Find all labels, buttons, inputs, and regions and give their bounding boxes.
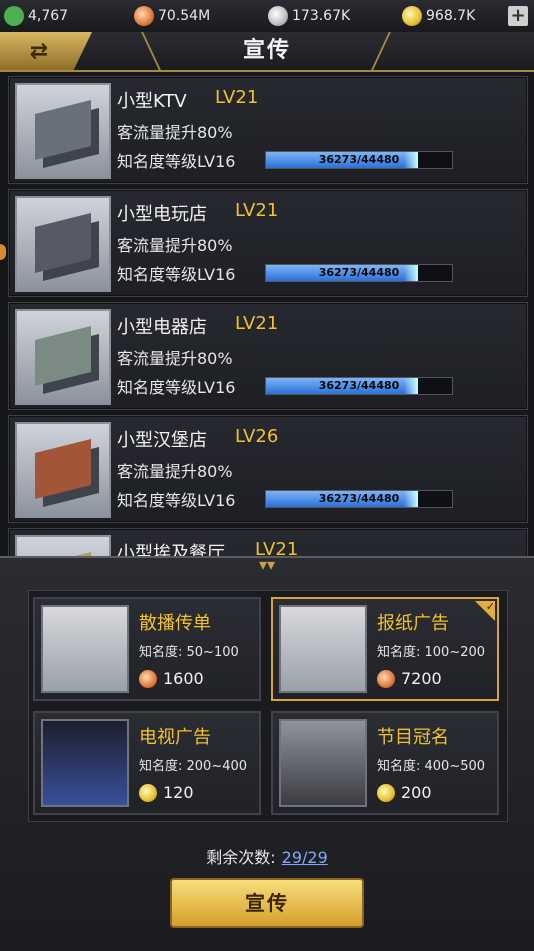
shop-thumbnail xyxy=(15,83,111,179)
microphone-icon xyxy=(279,719,367,807)
copper-coin-icon xyxy=(139,669,157,688)
shop-card-ktv[interactable]: 小型KTV LV21 客流量提升80% 知名度等级LV16 36273/4448… xyxy=(8,76,528,184)
shop-card-electronics[interactable]: 小型电器店 LV21 客流量提升80% 知名度等级LV16 36273/4448… xyxy=(8,302,528,410)
promotion-panel: ▾▾ 散播传单 知名度: 50~100 1600 报纸广告 知名度: 100~2… xyxy=(0,556,534,951)
shop-fame-level: 知名度等级LV16 xyxy=(117,152,236,171)
shop-fame-level: 知名度等级LV16 xyxy=(117,265,236,284)
remaining-count: 剩余次数: 29/29 xyxy=(0,844,534,868)
option-name: 节目冠名 xyxy=(377,727,449,748)
option-cost-value: 200 xyxy=(401,783,432,802)
gold-coin-icon xyxy=(402,6,422,26)
shop-level: LV26 xyxy=(235,426,279,447)
promote-button[interactable]: 宣传 xyxy=(170,878,364,928)
shop-thumbnail xyxy=(15,422,111,518)
copper-resource: 70.54M xyxy=(134,0,210,32)
person-icon xyxy=(4,6,24,26)
selected-check-icon: ✓ xyxy=(475,601,495,621)
option-fame-range: 知名度: 200~400 xyxy=(139,759,248,774)
shop-name: 小型汉堡店 xyxy=(117,430,207,451)
option-sponsorship[interactable]: 节目冠名 知名度: 400~500 200 xyxy=(271,711,499,815)
shop-name: 小型电器店 xyxy=(117,317,207,338)
shop-thumbnail xyxy=(15,535,111,556)
shop-bonus: 客流量提升80% xyxy=(117,462,233,481)
tv-icon xyxy=(41,719,129,807)
option-fame-range: 知名度: 50~100 xyxy=(139,645,239,660)
flyer-icon xyxy=(41,605,129,693)
shop-list[interactable]: 小型KTV LV21 客流量提升80% 知名度等级LV16 36273/4448… xyxy=(0,72,534,556)
option-name: 电视广告 xyxy=(139,727,211,748)
shop-level: LV21 xyxy=(235,200,279,221)
shop-name: 小型埃及餐厅 xyxy=(117,543,225,556)
shop-fame-level: 知名度等级LV16 xyxy=(117,378,236,397)
fame-progress-text: 36273/44480 xyxy=(318,266,400,279)
shop-name: 小型KTV xyxy=(117,91,187,112)
gold-resource: 968.7K xyxy=(402,0,475,32)
option-tv[interactable]: 电视广告 知名度: 200~400 120 xyxy=(33,711,261,815)
option-fame-range: 知名度: 400~500 xyxy=(377,759,486,774)
shop-thumbnail xyxy=(15,309,111,405)
option-cost-value: 7200 xyxy=(401,669,442,688)
option-cost-value: 120 xyxy=(163,783,194,802)
option-cost-value: 1600 xyxy=(163,669,204,688)
gold-value: 968.7K xyxy=(426,8,476,24)
fame-progress-text: 36273/44480 xyxy=(318,492,400,505)
copper-coin-icon xyxy=(377,669,395,688)
fame-progress-text: 36273/44480 xyxy=(318,153,400,166)
shop-bonus: 客流量提升80% xyxy=(117,123,233,142)
fame-progress-bar: 36273/44480 xyxy=(265,264,453,282)
population-value: 4,767 xyxy=(28,8,69,24)
shop-bonus: 客流量提升80% xyxy=(117,349,233,368)
shop-name: 小型电玩店 xyxy=(117,204,207,225)
option-cost: 7200 xyxy=(377,669,442,688)
shop-level: LV21 xyxy=(215,87,259,108)
remaining-label: 剩余次数: xyxy=(206,848,276,867)
plus-icon[interactable]: + xyxy=(508,6,528,26)
shop-card-arcade[interactable]: 小型电玩店 LV21 客流量提升80% 知名度等级LV16 36273/4448… xyxy=(8,189,528,297)
option-fame-range: 知名度: 100~200 xyxy=(377,645,486,660)
shop-level: LV21 xyxy=(255,539,299,556)
shop-bonus: 客流量提升80% xyxy=(117,236,233,255)
shop-card-burger[interactable]: 小型汉堡店 LV26 客流量提升80% 知名度等级LV16 36273/4448… xyxy=(8,415,528,523)
fame-progress-bar: 36273/44480 xyxy=(265,151,453,169)
shop-thumbnail xyxy=(15,196,111,292)
copper-value: 70.54M xyxy=(158,8,211,24)
shop-level: LV21 xyxy=(235,313,279,334)
fame-progress-bar: 36273/44480 xyxy=(265,377,453,395)
silver-value: 173.67K xyxy=(292,8,351,24)
option-flyers[interactable]: 散播传单 知名度: 50~100 1600 xyxy=(33,597,261,701)
side-indicator xyxy=(0,244,6,260)
shop-card-egyptian[interactable]: 小型埃及餐厅 LV21 xyxy=(8,528,528,556)
population-resource: 4,767 xyxy=(4,0,68,32)
gold-coin-icon xyxy=(377,783,395,802)
shop-fame-level: 知名度等级LV16 xyxy=(117,491,236,510)
option-cost: 1600 xyxy=(139,669,204,688)
option-newspaper[interactable]: 报纸广告 知名度: 100~200 7200 ✓ xyxy=(271,597,499,701)
gold-coin-icon xyxy=(139,783,157,802)
copper-coin-icon xyxy=(134,6,154,26)
header: 宣传 ⇄ xyxy=(0,32,534,72)
option-name: 散播传单 xyxy=(139,613,211,634)
silver-coin-icon xyxy=(268,6,288,26)
option-name: 报纸广告 xyxy=(377,613,449,634)
fame-progress-bar: 36273/44480 xyxy=(265,490,453,508)
promotion-options: 散播传单 知名度: 50~100 1600 报纸广告 知名度: 100~200 … xyxy=(28,590,508,822)
newspaper-icon xyxy=(279,605,367,693)
option-cost: 120 xyxy=(139,783,194,802)
back-arrow-icon: ⇄ xyxy=(29,38,49,64)
fame-progress-text: 36273/44480 xyxy=(318,379,400,392)
remaining-value[interactable]: 29/29 xyxy=(282,848,328,867)
status-bar: 4,767 70.54M 173.67K 968.7K + xyxy=(0,0,534,33)
chevron-down-icon[interactable]: ▾▾ xyxy=(245,557,289,573)
silver-resource: 173.67K xyxy=(268,0,350,32)
option-cost: 200 xyxy=(377,783,432,802)
